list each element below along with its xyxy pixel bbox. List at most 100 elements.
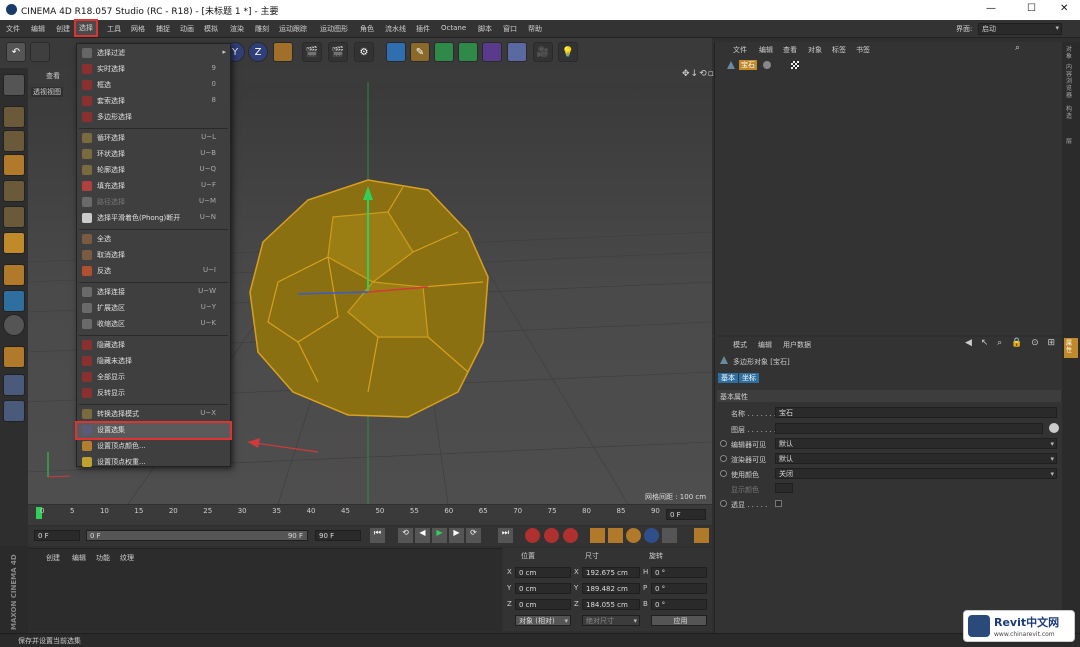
coord-mode-select[interactable]: 对象 (相对) ▾ (515, 615, 571, 626)
record-icon[interactable] (525, 528, 540, 543)
subdivision-icon[interactable] (434, 42, 454, 62)
current-frame-field[interactable]: 0 F (666, 509, 706, 520)
obj-menu-edit[interactable]: 编辑 (759, 45, 773, 55)
viewport-menu-view[interactable]: 查看 (46, 71, 60, 81)
tweak-mode-icon[interactable] (3, 290, 25, 312)
magnet-snap-icon[interactable] (3, 346, 25, 368)
render-view-icon[interactable]: 🎬 (302, 42, 322, 62)
pos-y-field[interactable]: 0 cm (515, 583, 571, 594)
next-frame-icon[interactable]: ▶ (449, 528, 464, 543)
select-menu-item[interactable]: 套索选择 8 (77, 94, 230, 109)
tab-basic[interactable]: 基本 (718, 373, 738, 383)
start-frame-field[interactable]: 0 F (34, 530, 80, 541)
menu-select[interactable]: 选择 (74, 19, 98, 37)
camera-icon[interactable]: 🎥 (533, 42, 553, 62)
select-menu-item[interactable]: 循环选择 U~L (77, 131, 230, 146)
timeline[interactable]: 0 5 10 15 20 25 30 35 40 45 50 55 60 65 … (28, 505, 712, 525)
use-color-anim-icon[interactable] (720, 470, 727, 477)
attr-menu-userdata[interactable]: 用户数据 (783, 340, 811, 350)
locked-grid-icon[interactable] (3, 400, 25, 422)
menu-animate[interactable]: 动画 (180, 24, 194, 34)
menu-pipeline[interactable]: 流水线 (385, 24, 406, 34)
menu-sculpt[interactable]: 雕刻 (255, 24, 269, 34)
select-menu-item[interactable]: 选择过滤 ▸ (77, 46, 230, 61)
menu-render[interactable]: 渲染 (230, 24, 244, 34)
xray-checkbox[interactable] (775, 500, 782, 507)
select-menu-item[interactable]: 隐藏选择 (77, 338, 230, 353)
deformer-icon[interactable] (482, 42, 502, 62)
texture-mode-icon[interactable] (3, 106, 25, 128)
prev-frame-icon[interactable]: ◀ (415, 528, 430, 543)
maximize-button[interactable]: ☐ (1027, 3, 1036, 14)
visibility-icon[interactable] (763, 61, 771, 69)
select-menu-item[interactable]: 选择平滑着色(Phong)断开 U~N (77, 211, 230, 226)
obj-menu-view[interactable]: 查看 (783, 45, 797, 55)
go-start-icon[interactable]: ⏮ (370, 528, 385, 543)
coord-system-icon[interactable] (273, 42, 293, 62)
key-scale-icon[interactable] (608, 528, 623, 543)
menu-tracking[interactable]: 运动跟踪 (279, 24, 307, 34)
grid-snap-icon[interactable] (3, 154, 25, 176)
cloner-icon[interactable] (458, 42, 478, 62)
render-picture-viewer-icon[interactable]: 🎬 (328, 42, 348, 62)
key-pla-icon[interactable] (662, 528, 677, 543)
points-mode-icon[interactable] (3, 180, 25, 202)
play-icon[interactable]: ▶ (432, 528, 447, 543)
edges-mode-icon[interactable] (3, 206, 25, 228)
pos-z-field[interactable]: 0 cm (515, 599, 571, 610)
floor-icon[interactable] (507, 42, 527, 62)
name-field[interactable]: 宝石 (775, 407, 1057, 418)
select-menu-item[interactable]: 反转显示 (77, 386, 230, 401)
key-rotation-icon[interactable] (626, 528, 641, 543)
lock-workplane-icon[interactable] (3, 374, 25, 396)
layer-field[interactable] (775, 423, 1043, 434)
material-menu-function[interactable]: 功能 (96, 553, 110, 563)
size-mode-select[interactable]: 绝对尺寸 ▾ (582, 615, 640, 626)
select-menu-item[interactable]: 设置顶点权重... (77, 455, 230, 470)
object-name[interactable]: 宝石 (739, 60, 757, 70)
select-menu-item[interactable]: 全选 (77, 232, 230, 247)
select-menu-item[interactable]: 选择连接 U~W (77, 285, 230, 300)
material-menu-create[interactable]: 创建 (46, 553, 60, 563)
select-menu-item[interactable]: 环状选择 U~B (77, 147, 230, 162)
select-menu-item[interactable]: 多边形选择 (77, 110, 230, 125)
menu-file[interactable]: 文件 (6, 24, 20, 34)
keyframe-selection-icon[interactable] (563, 528, 578, 543)
use-color-select[interactable]: 关闭 ▾ (775, 468, 1057, 479)
menu-mesh[interactable]: 网格 (131, 24, 145, 34)
menu-help[interactable]: 帮助 (528, 24, 542, 34)
select-menu-item[interactable]: 取消选择 (77, 248, 230, 263)
cube-icon[interactable] (386, 42, 406, 62)
prev-key-icon[interactable]: ⟲ (398, 528, 413, 543)
redo-icon[interactable] (30, 42, 50, 62)
rot-b-field[interactable]: 0 ° (651, 599, 707, 610)
material-menu-edit[interactable]: 编辑 (72, 553, 86, 563)
menu-script[interactable]: 脚本 (478, 24, 492, 34)
solo-icon[interactable] (3, 314, 25, 336)
next-key-icon[interactable]: ⟳ (466, 528, 481, 543)
attr-nav-icons[interactable]: ◀ ↖ ⌕ 🔒 ⊙ ⊞ (965, 338, 1058, 348)
key-position-icon[interactable] (590, 528, 605, 543)
frame-range-slider[interactable]: 0 F 90 F (86, 530, 308, 541)
select-menu-item[interactable]: 扩展选区 U~Y (77, 301, 230, 316)
axis-z-icon[interactable]: Z (248, 42, 268, 62)
menu-simulate[interactable]: 模拟 (204, 24, 218, 34)
select-menu-item[interactable]: 设置选集 (75, 421, 232, 440)
material-menu-texture[interactable]: 纹理 (120, 553, 134, 563)
select-menu-item[interactable]: 隐藏未选择 (77, 354, 230, 369)
obj-search-icon[interactable]: ⌕ (1015, 43, 1020, 53)
close-button[interactable]: ✕ (1060, 3, 1068, 14)
size-y-field[interactable]: 189.482 cm (582, 583, 640, 594)
attr-menu-edit[interactable]: 编辑 (758, 340, 772, 350)
select-menu-item[interactable]: 实时选择 9 (77, 62, 230, 77)
undo-icon[interactable]: ↶ (6, 42, 26, 62)
select-menu-item[interactable]: 全部显示 (77, 370, 230, 385)
menu-octane[interactable]: Octane (441, 24, 466, 32)
layout-select[interactable]: 启动 ▾ (978, 23, 1062, 35)
size-x-field[interactable]: 192.675 cm (582, 567, 640, 578)
tab-objects[interactable]: 对象 (1066, 46, 1076, 60)
object-row[interactable]: 宝石 (719, 60, 1059, 72)
menu-create[interactable]: 创建 (56, 24, 70, 34)
select-menu-item[interactable]: 轮廓选择 U~Q (77, 163, 230, 178)
apply-button[interactable]: 应用 (651, 615, 707, 626)
